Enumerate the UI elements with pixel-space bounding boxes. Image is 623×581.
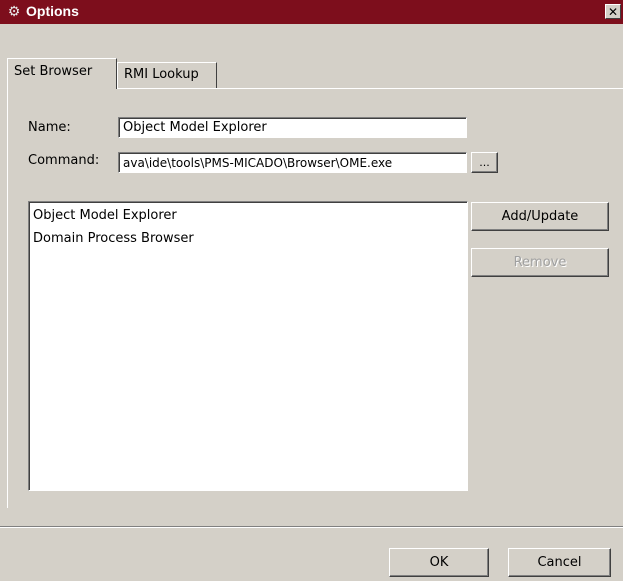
add-update-button[interactable]: Add/Update xyxy=(471,202,609,231)
command-label: Command: xyxy=(28,153,100,168)
ok-label: OK xyxy=(429,555,449,570)
name-label: Name: xyxy=(28,120,71,135)
gear-icon: ⚙ xyxy=(7,4,21,20)
close-icon: ✕ xyxy=(607,4,619,19)
window-title: Options xyxy=(26,3,79,19)
remove-label: Remove xyxy=(513,255,567,270)
cancel-label: Cancel xyxy=(537,555,582,570)
browser-list[interactable]: Object Model Explorer Domain Process Bro… xyxy=(28,201,468,491)
ok-button[interactable]: OK xyxy=(389,548,489,577)
footer-divider-highlight xyxy=(0,527,623,528)
list-item[interactable]: Domain Process Browser xyxy=(33,228,463,251)
title-bar[interactable]: ⚙ Options ✕ xyxy=(0,0,623,24)
remove-button[interactable]: Remove xyxy=(471,248,609,277)
close-button[interactable]: ✕ xyxy=(605,4,621,19)
tab-rmi-lookup[interactable]: RMI Lookup xyxy=(117,62,217,89)
browse-button-label: ... xyxy=(479,156,490,169)
add-update-label: Add/Update xyxy=(501,209,579,224)
tab-label: Set Browser xyxy=(14,64,93,79)
tab-set-browser[interactable]: Set Browser xyxy=(7,58,117,89)
browse-button[interactable]: ... xyxy=(471,152,498,173)
tab-label: RMI Lookup xyxy=(124,67,199,82)
command-field[interactable]: ava\ide\tools\PMS-MICADO\Browser\OME.exe xyxy=(118,152,467,173)
name-field[interactable]: Object Model Explorer xyxy=(118,117,467,138)
list-item[interactable]: Object Model Explorer xyxy=(33,205,463,228)
cancel-button[interactable]: Cancel xyxy=(508,548,611,577)
